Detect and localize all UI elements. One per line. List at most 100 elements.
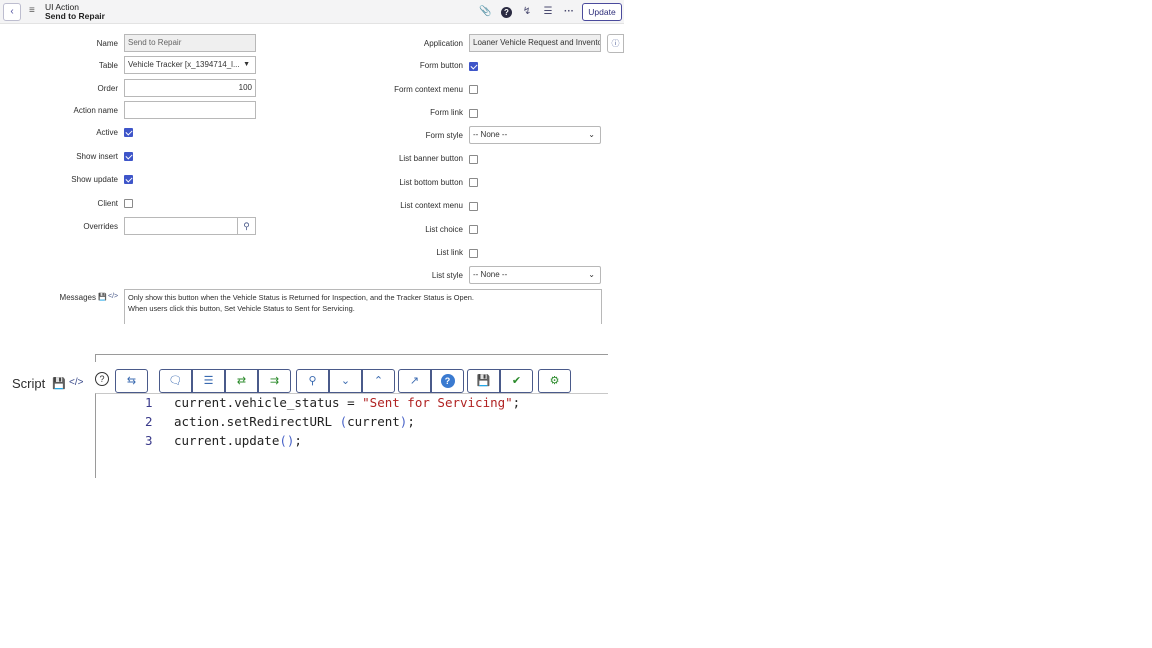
record-name: Send to Repair: [45, 11, 105, 21]
next-icon[interactable]: ⌄: [329, 369, 362, 393]
line-number: 3: [145, 433, 153, 448]
code-line-2: action.setRedirectURL (current);: [174, 414, 415, 429]
back-button[interactable]: ‹: [3, 3, 21, 21]
action-name-label: Action name: [73, 106, 118, 115]
application-field[interactable]: Loaner Vehicle Request and Invento: [469, 34, 601, 52]
code-icon[interactable]: </>: [69, 377, 83, 388]
form-header: ‹ ≡ UI Action Send to Repair 📎 ? ↯ ☰ ···…: [0, 0, 624, 24]
format-icon[interactable]: ☰: [192, 369, 225, 393]
code-line-3: current.update();: [174, 433, 302, 448]
overrides-field[interactable]: [124, 217, 238, 235]
code-text: current: [347, 414, 400, 429]
fullscreen-icon[interactable]: ↗: [398, 369, 431, 393]
overrides-label: Overrides: [83, 222, 118, 231]
list-bottom-button-label: List bottom button: [399, 178, 463, 187]
messages-label: Messages: [59, 293, 96, 302]
debug-icon[interactable]: ⚙: [538, 369, 571, 393]
chevron-down-icon: ⌄: [588, 130, 595, 139]
form-link-checkbox[interactable]: [469, 109, 478, 118]
list-style-select[interactable]: -- None -- ⌄: [469, 266, 601, 284]
ui-action-form: ‹ ≡ UI Action Send to Repair 📎 ? ↯ ☰ ···…: [0, 0, 624, 480]
form-link-label: Form link: [430, 108, 463, 117]
save-icon[interactable]: 💾: [98, 293, 107, 301]
caret-down-icon: ▼: [243, 61, 250, 68]
name-label: Name: [96, 39, 118, 48]
form-style-value: -- None --: [473, 130, 508, 139]
order-label: Order: [97, 84, 118, 93]
replace-icon[interactable]: ⇄: [225, 369, 258, 393]
replace-all-icon[interactable]: ⇉: [258, 369, 291, 393]
list-banner-button-label: List banner button: [398, 154, 463, 163]
menu-icon[interactable]: ≡: [29, 5, 35, 16]
code-text: current.update: [174, 433, 280, 448]
code-text: ;: [294, 433, 302, 448]
check-icon[interactable]: ✔: [500, 369, 533, 393]
list-context-menu-checkbox[interactable]: [469, 202, 478, 211]
code-line-1: current.vehicle_status = "Sent for Servi…: [174, 395, 520, 410]
chevron-left-icon: ‹: [10, 6, 14, 17]
help-icon[interactable]: ?: [431, 369, 464, 393]
show-insert-label: Show insert: [76, 152, 118, 161]
info-icon[interactable]: ⓘ: [607, 34, 624, 53]
list-choice-label: List choice: [425, 225, 463, 234]
comment-icon[interactable]: 🗨: [159, 369, 192, 393]
show-insert-checkbox[interactable]: [124, 152, 133, 161]
name-field[interactable]: Send to Repair: [124, 34, 256, 52]
form-style-label: Form style: [425, 131, 463, 140]
list-style-value: -- None --: [473, 270, 508, 279]
code-string: "Sent for Servicing": [362, 395, 513, 410]
code-text: ;: [407, 414, 415, 429]
client-label: Client: [97, 199, 118, 208]
messages-line-2: When users click this button, Set Vehicl…: [128, 303, 355, 313]
show-update-label: Show update: [71, 175, 118, 184]
line-number: 2: [145, 414, 153, 429]
previous-icon[interactable]: ⌃: [362, 369, 395, 393]
list-style-label: List style: [431, 271, 463, 280]
activity-icon[interactable]: ↯: [521, 5, 533, 19]
save-icon[interactable]: 💾: [467, 369, 500, 393]
editor-top-border: [95, 354, 608, 362]
table-label: Table: [98, 61, 118, 70]
paperclip-icon[interactable]: 📎: [479, 5, 491, 19]
form-button-label: Form button: [419, 61, 463, 70]
client-checkbox[interactable]: [124, 199, 133, 208]
list-choice-checkbox[interactable]: [469, 225, 478, 234]
active-label: Active: [96, 128, 118, 137]
messages-textarea[interactable]: Only show this button when the Vehicle S…: [124, 289, 602, 324]
more-icon[interactable]: ···: [563, 5, 575, 19]
code-icon[interactable]: </>: [108, 293, 118, 300]
update-button[interactable]: Update: [582, 3, 622, 21]
form-button-checkbox[interactable]: [469, 62, 478, 71]
code-text: current.vehicle_status =: [174, 395, 363, 410]
list-bottom-button-checkbox[interactable]: [469, 178, 478, 187]
list-context-menu-label: List context menu: [400, 201, 463, 210]
list-link-label: List link: [436, 248, 463, 257]
code-paren: (): [279, 433, 295, 448]
chevron-down-icon: ⌄: [588, 270, 595, 279]
save-icon[interactable]: 💾: [52, 377, 66, 390]
action-name-field[interactable]: [124, 101, 256, 119]
list-link-checkbox[interactable]: [469, 249, 478, 258]
application-label: Application: [423, 39, 463, 48]
code-text: ;: [512, 395, 521, 410]
table-select[interactable]: Vehicle Tracker [x_1394714_l... ▼: [124, 56, 256, 74]
line-number: 1: [145, 395, 153, 410]
search-icon[interactable]: ⚲: [238, 217, 256, 235]
form-style-select[interactable]: -- None -- ⌄: [469, 126, 601, 144]
code-paren: (: [339, 414, 348, 429]
form-context-menu-label: Form context menu: [394, 85, 463, 94]
help-icon[interactable]: ?: [95, 372, 109, 386]
help-icon[interactable]: ?: [501, 7, 512, 18]
code-text: action.setRedirectURL: [174, 414, 340, 429]
list-banner-button-checkbox[interactable]: [469, 155, 478, 164]
toggle-syntax-icon[interactable]: ⇆: [115, 369, 148, 393]
form-context-menu-checkbox[interactable]: [469, 85, 478, 94]
settings-icon[interactable]: ☰: [542, 5, 554, 19]
table-select-value: Vehicle Tracker [x_1394714_l...: [128, 60, 240, 69]
script-label: Script: [12, 376, 46, 391]
show-update-checkbox[interactable]: [124, 175, 133, 184]
active-checkbox[interactable]: [124, 128, 133, 137]
order-field[interactable]: 100: [124, 79, 256, 97]
messages-line-1: Only show this button when the Vehicle S…: [128, 293, 474, 302]
search-icon[interactable]: ⚲: [296, 369, 329, 393]
